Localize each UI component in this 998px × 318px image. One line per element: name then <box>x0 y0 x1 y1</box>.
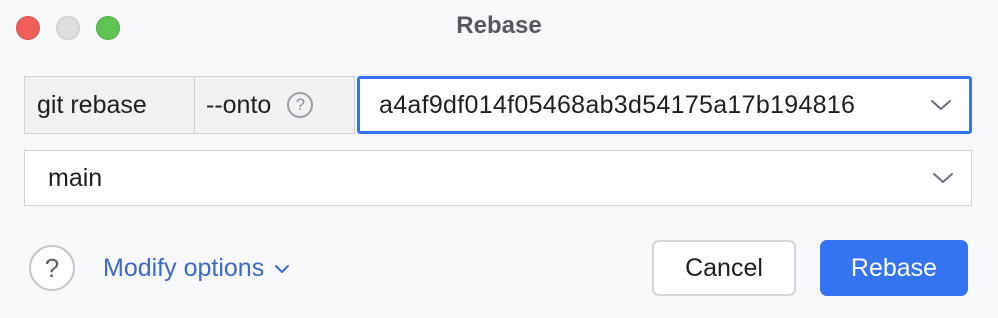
help-icon[interactable]: ? <box>287 92 314 118</box>
git-rebase-text: git rebase <box>37 90 147 119</box>
onto-combobox[interactable]: a4af9df014f05468ab3d54175a17b194816 <box>357 76 972 134</box>
onto-label: --onto <box>206 90 272 119</box>
modify-options-label: Modify options <box>103 254 265 282</box>
cancel-button[interactable]: Cancel <box>652 240 796 296</box>
branch-combobox[interactable]: main <box>24 150 972 206</box>
rebase-button[interactable]: Rebase <box>820 240 968 296</box>
onto-value[interactable]: a4af9df014f05468ab3d54175a17b194816 <box>360 91 855 120</box>
rebase-dialog: Rebase git rebase --onto ? a4af9df014f05… <box>0 0 998 318</box>
git-rebase-label: git rebase <box>24 76 195 134</box>
modify-options-link[interactable]: Modify options <box>103 254 290 283</box>
onto-option[interactable]: --onto ? <box>195 76 355 134</box>
chevron-down-icon[interactable] <box>929 98 953 112</box>
help-icon: ? <box>44 252 60 283</box>
title-bar: Rebase <box>0 0 998 56</box>
onto-help-symbol: ? <box>295 95 306 114</box>
branch-value[interactable]: main <box>25 164 102 193</box>
rebase-command-row: git rebase --onto ? a4af9df014f05468ab3d… <box>24 76 972 134</box>
chevron-down-icon <box>275 264 290 273</box>
chevron-down-icon[interactable] <box>931 171 955 185</box>
window-title: Rebase <box>456 12 542 39</box>
help-button[interactable]: ? <box>29 245 75 291</box>
